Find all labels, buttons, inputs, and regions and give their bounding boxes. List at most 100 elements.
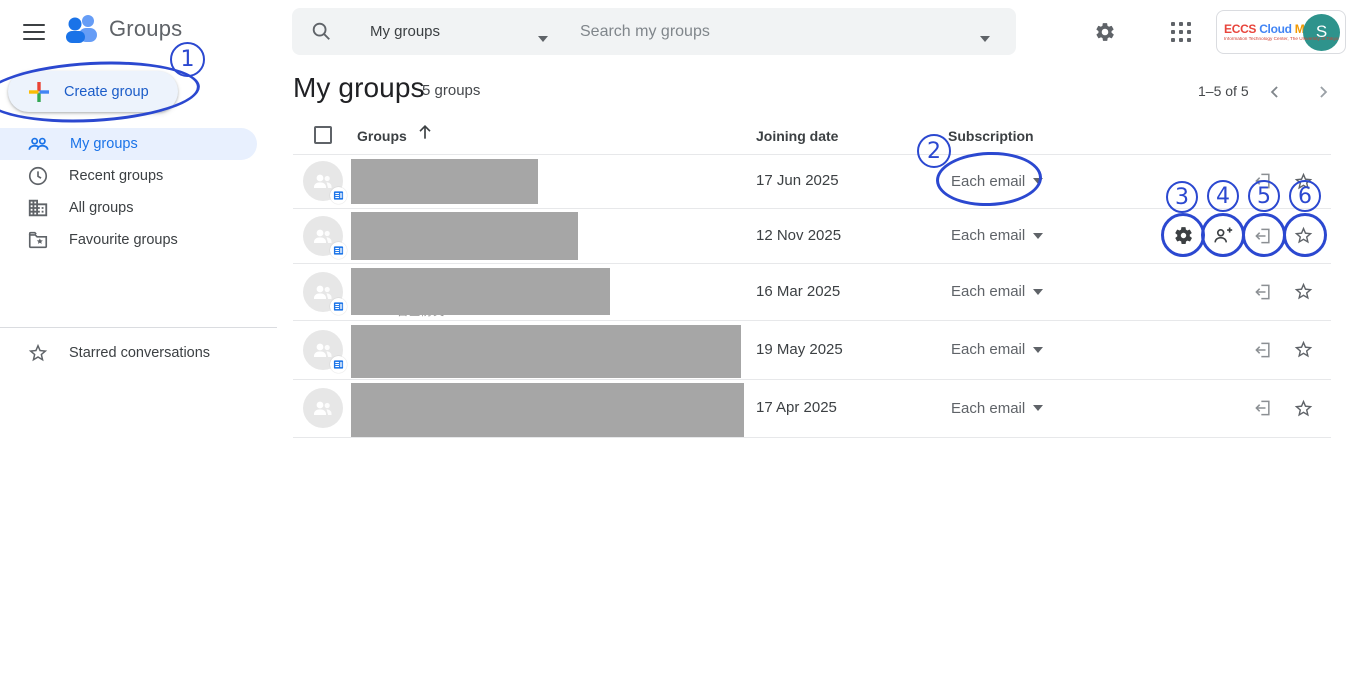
sidebar-label: All groups — [69, 200, 133, 216]
group-settings-icon[interactable] — [1169, 222, 1197, 250]
page-title: My groups — [293, 72, 425, 104]
group-row-3[interactable]: YZOOD自主防災 16 Mar 2025 Each email — [293, 263, 1331, 320]
column-header-subscription: Subscription — [948, 128, 1034, 144]
sort-ascending-icon[interactable] — [415, 122, 435, 142]
scope-caret-icon[interactable] — [538, 29, 548, 47]
create-group-button[interactable]: Create group — [8, 71, 178, 112]
star-outline-icon — [27, 342, 49, 364]
sidebar-item-my-groups[interactable]: My groups — [0, 128, 257, 160]
subscription-dropdown[interactable]: Each email — [951, 396, 1025, 420]
star-group-icon[interactable] — [1289, 278, 1317, 306]
joining-date: 17 Jun 2025 — [756, 172, 839, 189]
group-avatar — [303, 161, 343, 201]
subscription-dropdown[interactable]: Each email — [951, 169, 1025, 193]
subscription-dropdown[interactable]: Each email — [951, 280, 1025, 304]
sidebar-item-starred-conversations[interactable]: Starred conversations — [0, 337, 257, 369]
page-range: 1–5 of 5 — [1198, 83, 1249, 99]
multicolor-plus-icon — [28, 81, 50, 103]
sidebar-item-all-groups[interactable]: All groups — [0, 192, 257, 224]
subscription-value: Each email — [951, 283, 1025, 300]
subscription-dropdown[interactable]: Each email — [951, 224, 1025, 248]
star-group-icon[interactable] — [1289, 167, 1317, 195]
account-chip[interactable]: ECCS Cloud Mail Information Technology C… — [1216, 10, 1346, 54]
row-divider — [293, 437, 1331, 438]
add-member-icon[interactable] — [1209, 222, 1237, 250]
product-name: Groups — [109, 16, 182, 42]
joining-date: 17 Apr 2025 — [756, 399, 837, 416]
search-input[interactable] — [580, 8, 960, 55]
subscription-value: Each email — [951, 227, 1025, 244]
groups-logo[interactable]: Groups — [64, 13, 182, 44]
organization-badge-icon — [330, 242, 347, 259]
sidebar-label: My groups — [70, 136, 138, 152]
leave-group-icon[interactable] — [1249, 278, 1277, 306]
redacted-group-name — [351, 383, 744, 437]
folder-star-icon — [27, 229, 49, 251]
main-menu-icon[interactable] — [16, 14, 52, 50]
search-options-caret-icon[interactable] — [980, 29, 990, 47]
brand-subtitle: Information Technology Center, The Unive… — [1224, 37, 1287, 42]
organization-badge-icon — [330, 298, 347, 315]
domain-icon — [27, 197, 49, 219]
joining-date: 12 Nov 2025 — [756, 227, 841, 244]
group-avatar — [303, 216, 343, 256]
joining-date: 16 Mar 2025 — [756, 283, 840, 300]
joining-date: 19 May 2025 — [756, 341, 843, 358]
leave-group-icon[interactable] — [1249, 394, 1277, 422]
sidebar: Create group My groups — [0, 64, 277, 675]
table-header: Groups Joining date Subscription — [293, 118, 1331, 154]
star-group-icon[interactable] — [1289, 394, 1317, 422]
create-group-label: Create group — [64, 84, 149, 100]
redacted-group-name — [351, 159, 538, 204]
search-bar: My groups — [292, 8, 1016, 55]
subscription-dropdown[interactable]: Each email — [951, 338, 1025, 362]
sidebar-item-favourite-groups[interactable]: Favourite groups — [0, 224, 257, 256]
redacted-group-name — [351, 212, 578, 260]
subscription-value: Each email — [951, 173, 1025, 190]
top-bar: Groups My groups — [0, 0, 1363, 64]
group-row-5[interactable]: 17 Apr 2025 Each email — [293, 379, 1331, 437]
group-avatar — [303, 272, 343, 312]
leave-group-icon[interactable] — [1249, 167, 1277, 195]
leave-group-icon[interactable] — [1249, 222, 1277, 250]
select-all-checkbox[interactable] — [314, 126, 332, 144]
groups-people-icon — [64, 13, 101, 44]
search-scope-value: My groups — [370, 23, 440, 40]
next-page-icon[interactable] — [1310, 79, 1336, 105]
brand-title-eccs: ECCS — [1224, 22, 1259, 36]
column-header-groups: Groups — [357, 128, 407, 144]
sidebar-nav: My groups Recent groups All groups — [0, 128, 277, 256]
eccs-cloud-mail-logo: ECCS Cloud Mail Information Technology C… — [1217, 22, 1305, 43]
sidebar-label: Recent groups — [69, 168, 163, 184]
subscription-value: Each email — [951, 341, 1025, 358]
group-count: 5 groups — [422, 82, 480, 99]
google-groups-app: Groups My groups — [0, 0, 1363, 675]
clock-icon — [27, 165, 49, 187]
column-header-joining-date: Joining date — [756, 128, 838, 144]
redacted-group-name — [351, 325, 741, 378]
search-icon — [310, 20, 332, 42]
sidebar-item-recent-groups[interactable]: Recent groups — [0, 160, 257, 192]
account-avatar[interactable]: S — [1303, 14, 1340, 51]
leave-group-icon[interactable] — [1249, 336, 1277, 364]
group-row-2[interactable]: 12 Nov 2025 Each email — [293, 208, 1331, 263]
sidebar-label: Favourite groups — [69, 232, 178, 248]
group-avatar — [303, 330, 343, 370]
people-icon — [27, 133, 50, 156]
redacted-group-name — [351, 268, 610, 315]
organization-badge-icon — [330, 356, 347, 373]
star-group-icon[interactable] — [1289, 222, 1317, 250]
group-row-1[interactable]: 17 Jun 2025 Each email — [293, 154, 1331, 208]
settings-button[interactable] — [1085, 12, 1125, 52]
brand-title-cloud: Cloud — [1259, 22, 1295, 36]
pagination: 1–5 of 5 — [1190, 71, 1350, 111]
google-apps-icon[interactable] — [1161, 12, 1201, 52]
group-avatar — [303, 388, 343, 428]
star-group-icon[interactable] — [1289, 336, 1317, 364]
sidebar-divider — [0, 327, 277, 328]
organization-badge-icon — [330, 187, 347, 204]
previous-page-icon[interactable] — [1262, 79, 1288, 105]
group-row-4[interactable]: 19 May 2025 Each email — [293, 320, 1331, 379]
search-scope-dropdown[interactable]: My groups — [370, 8, 440, 55]
sidebar-label: Starred conversations — [69, 345, 210, 361]
